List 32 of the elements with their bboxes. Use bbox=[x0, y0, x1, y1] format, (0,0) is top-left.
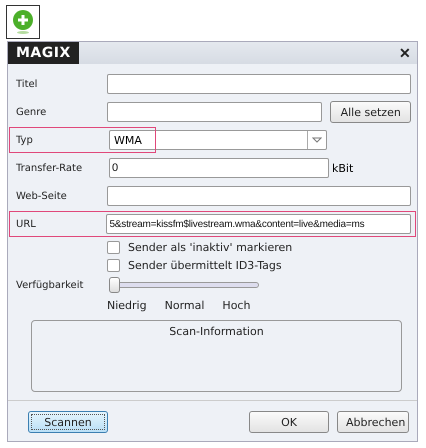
panel-title: Scan-Information bbox=[169, 325, 264, 339]
scan-button[interactable]: Scannen bbox=[28, 411, 108, 433]
dropdown-arrow-icon bbox=[312, 137, 322, 143]
set-all-button[interactable]: Alle setzen bbox=[330, 101, 412, 123]
text-field[interactable]: 0 bbox=[109, 158, 329, 178]
field-label: Titel bbox=[15, 78, 38, 90]
field-label: Typ bbox=[15, 134, 34, 146]
field-label: Web-Seite bbox=[15, 190, 68, 202]
field-label: Verfügbarkeit bbox=[15, 280, 84, 290]
checkbox[interactable] bbox=[107, 258, 120, 272]
field-label: Genre bbox=[15, 106, 48, 118]
window-title: MAGIX bbox=[8, 42, 79, 64]
slider-tick-label: Niedrig bbox=[107, 298, 147, 312]
unit-label: kBit bbox=[332, 162, 354, 174]
text-field[interactable] bbox=[107, 74, 411, 94]
slider-thumb[interactable] bbox=[109, 277, 120, 293]
slider-tick-label: Normal bbox=[164, 298, 204, 312]
checkbox-label: Sender als 'inaktiv' markieren bbox=[128, 240, 292, 254]
slider-track[interactable] bbox=[109, 277, 259, 293]
dialog-button[interactable]: OK bbox=[249, 411, 329, 433]
text-field[interactable]: 5&stream=kissfm$livestream.wma&content=live&media=ms bbox=[106, 214, 411, 234]
text-field[interactable] bbox=[107, 186, 411, 206]
field-label: Transfer-Rate bbox=[15, 162, 84, 174]
checkbox[interactable] bbox=[107, 240, 120, 254]
text-field[interactable] bbox=[107, 102, 322, 122]
checkbox-label: Sender übermittelt ID3-Tags bbox=[128, 258, 282, 272]
close-button[interactable]: ✕ bbox=[393, 42, 417, 64]
add-icon[interactable] bbox=[11, 9, 35, 35]
field-label: URL bbox=[15, 218, 37, 230]
dialog-button[interactable]: Abbrechen bbox=[337, 411, 409, 433]
type-dropdown[interactable]: WMA bbox=[109, 130, 327, 150]
slider-tick-label: Hoch bbox=[222, 298, 250, 312]
